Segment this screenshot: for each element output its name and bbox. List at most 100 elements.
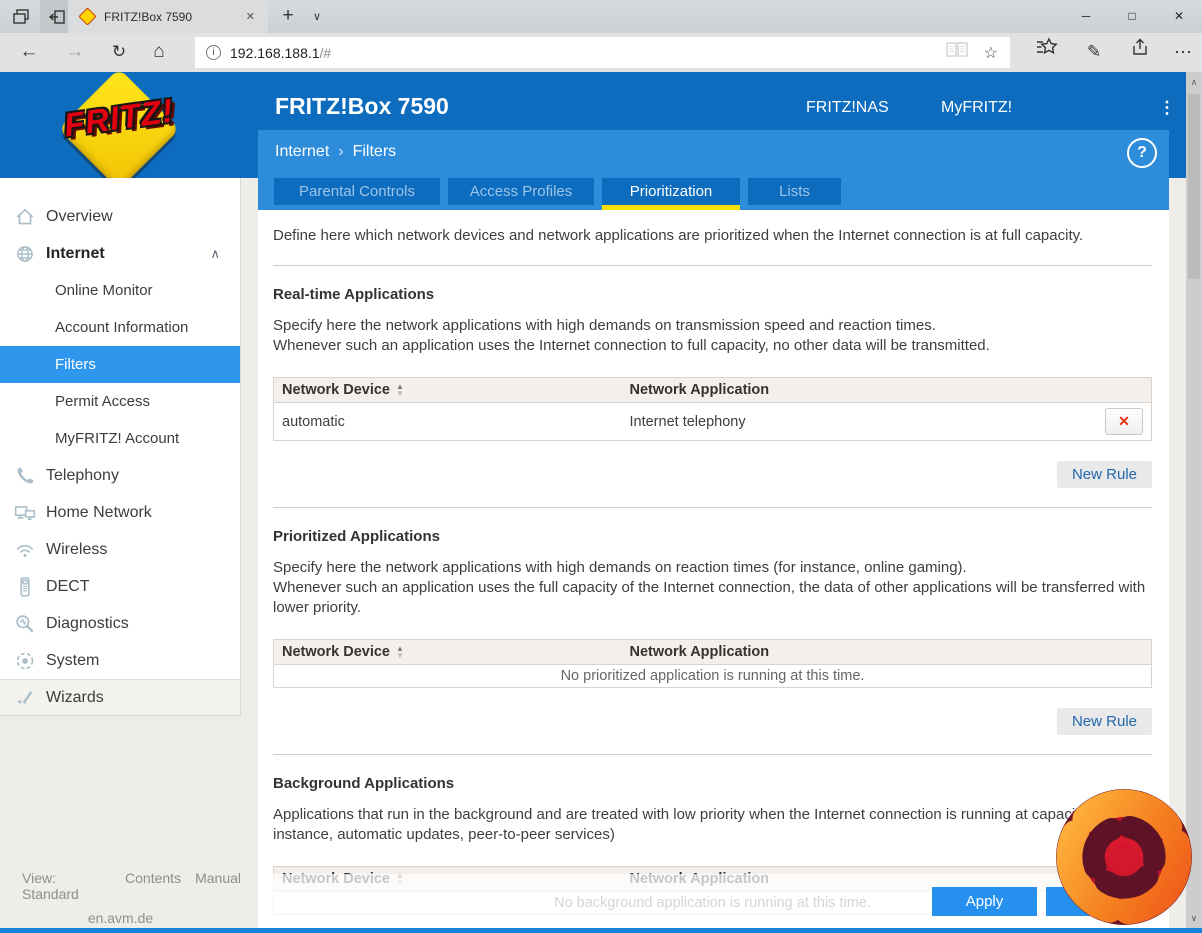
section-description: Specify here the network applications wi… [273,317,936,334]
breadcrumb-filters[interactable]: Filters [353,143,397,161]
cell-network-device: automatic [282,413,345,430]
tab-preview-icon[interactable] [6,3,36,30]
apply-button[interactable]: Apply [932,886,1037,916]
myfritz-link[interactable]: MyFRITZ! [941,99,1012,117]
sidebar-item-permit-access[interactable]: Permit Access [0,383,240,420]
new-rule-button[interactable]: New Rule [1056,708,1152,735]
column-header-network-application: Network Application [629,644,770,660]
section-divider [273,265,1152,266]
network-icon [14,502,38,524]
delete-rule-button[interactable]: ✕ [1105,408,1143,435]
system-icon [14,650,38,672]
sidebar-item-internet[interactable]: Internet ∧ [0,235,240,272]
empty-state-text: No prioritized application is running at… [560,668,865,684]
manual-link[interactable]: Manual [195,870,241,902]
address-bar[interactable]: i 192.168.188.1/# ☆ [195,37,1010,68]
section-title: Background Applications [273,775,455,792]
sort-desc-icon: ▼ [396,389,404,399]
tab-title: FRITZ!Box 7590 [104,9,193,24]
web-notes-pen-icon[interactable]: ✎ [1079,37,1109,67]
sidebar-item-myfritz-account[interactable]: MyFRITZ! Account [0,420,240,457]
home-icon[interactable]: ⌂ [144,37,174,67]
table-row: automatic Internet telephony ✕ [274,403,1152,441]
prioritized-applications-table: Network Device ▲ ▼ Network Application No … [273,639,1152,688]
tab-lists[interactable]: Lists [748,178,841,205]
realtime-applications-table: Network Device ▲ ▼ Network Application aut… [273,377,1152,441]
section-description: Specify here the network applications wi… [273,559,967,576]
phone-icon [14,465,38,487]
breadcrumb-internet[interactable]: Internet [275,143,329,161]
sidebar-item-online-monitor[interactable]: Online Monitor [0,272,240,309]
diagnostics-icon [14,613,38,635]
back-icon[interactable]: ← [14,37,44,67]
new-rule-button[interactable]: New Rule [1056,461,1152,488]
tab-parental-controls[interactable]: Parental Controls [274,178,440,205]
sidebar-item-diagnostics[interactable]: Diagnostics [0,605,240,642]
browser-titlebar: FRITZ!Box 7590 ✕ + ∨ ─ □ ✕ [0,0,1202,33]
sidebar: Overview Internet ∧ Online Monitor Accou… [0,178,241,716]
maximize-button[interactable]: □ [1109,0,1155,32]
sort-control[interactable]: ▲▼ [396,645,404,661]
tab-access-profiles[interactable]: Access Profiles [448,178,594,205]
sidebar-item-wizards[interactable]: Wizards [0,679,240,716]
header-right-extension [1169,130,1186,178]
handset-icon [14,576,38,598]
column-header-network-application: Network Application [629,382,770,398]
site-info-icon[interactable]: i [206,45,221,60]
fritznas-link[interactable]: FRITZ!NAS [806,99,889,117]
wifi-icon [14,539,38,561]
forward-icon[interactable]: → [60,37,90,67]
minimize-button[interactable]: ─ [1063,0,1109,32]
browser-tab[interactable]: FRITZ!Box 7590 ✕ [68,0,268,33]
hub-favorites-icon[interactable] [1032,37,1062,67]
share-icon[interactable] [1125,37,1155,67]
chevron-up-icon[interactable]: ∧ [210,246,220,262]
sidebar-item-filters[interactable]: Filters [0,346,240,383]
refresh-icon[interactable]: ↻ [104,37,134,67]
sidebar-item-system[interactable]: System [0,642,240,679]
column-header-actions [1097,378,1152,403]
home-icon [14,206,38,228]
help-icon[interactable]: ? [1127,138,1157,168]
sidebar-item-overview[interactable]: Overview [0,198,240,235]
contents-link[interactable]: Contents [125,870,181,902]
wand-icon [14,687,38,709]
tab-close-icon[interactable]: ✕ [242,8,259,25]
favorite-star-icon[interactable]: ☆ [984,43,998,63]
tab-list-dropdown-icon[interactable]: ∨ [305,6,329,28]
sidebar-item-home-network[interactable]: Home Network [0,494,240,531]
scroll-up-icon[interactable]: ∧ [1186,74,1202,90]
chevron-right-icon: › [338,143,344,160]
view-standard-link[interactable]: View: Standard [22,870,111,902]
reading-view-icon[interactable] [946,42,968,63]
sidebar-item-telephony[interactable]: Telephony [0,457,240,494]
avm-domain-link[interactable]: en.avm.de [0,910,241,926]
column-header-network-device[interactable]: Network Device▲▼ [274,378,622,403]
sidebar-item-wireless[interactable]: Wireless [0,531,240,568]
more-options-icon[interactable]: ⋯ [1168,37,1198,67]
action-bar: Apply Cancel [258,874,1169,928]
close-window-button[interactable]: ✕ [1156,0,1202,32]
cell-network-application: Internet telephony [629,413,746,430]
logo-panel: FRITZ! [0,68,258,190]
browser-window: FRITZ! FRITZ!Box 7590 FRITZ!NAS MyFRITZ!… [0,0,1202,933]
section-title: Real-time Applications [273,286,435,303]
tab-prioritization[interactable]: Prioritization [602,178,740,210]
kebab-menu-icon[interactable]: ⋮ [1156,95,1178,121]
sort-control[interactable]: ▲▼ [396,383,404,399]
section-description: Applications that run in the background … [273,806,1114,843]
page-intro: Define here which network devices and ne… [273,227,1084,244]
page-tabbar: Parental Controls Access Profiles Priori… [274,178,841,210]
section-description: Whenever such an application uses the In… [273,337,990,354]
section-divider [273,507,1152,508]
column-header-network-device[interactable]: Network Device▲▼ [274,640,622,665]
sort-desc-icon: ▼ [396,651,404,661]
section-title: Prioritized Applications [273,528,440,545]
sidebar-item-dect[interactable]: DECT [0,568,240,605]
new-tab-button[interactable]: + [274,3,302,30]
sidebar-item-account-information[interactable]: Account Information [0,309,240,346]
section-prioritized-applications: Prioritized Applications Specify here th… [273,528,1152,735]
scrollbar-thumb[interactable] [1188,94,1200,279]
section-realtime-applications: Real-time Applications Specify here the … [273,286,1152,488]
url-text: 192.168.188.1/# [230,44,332,61]
